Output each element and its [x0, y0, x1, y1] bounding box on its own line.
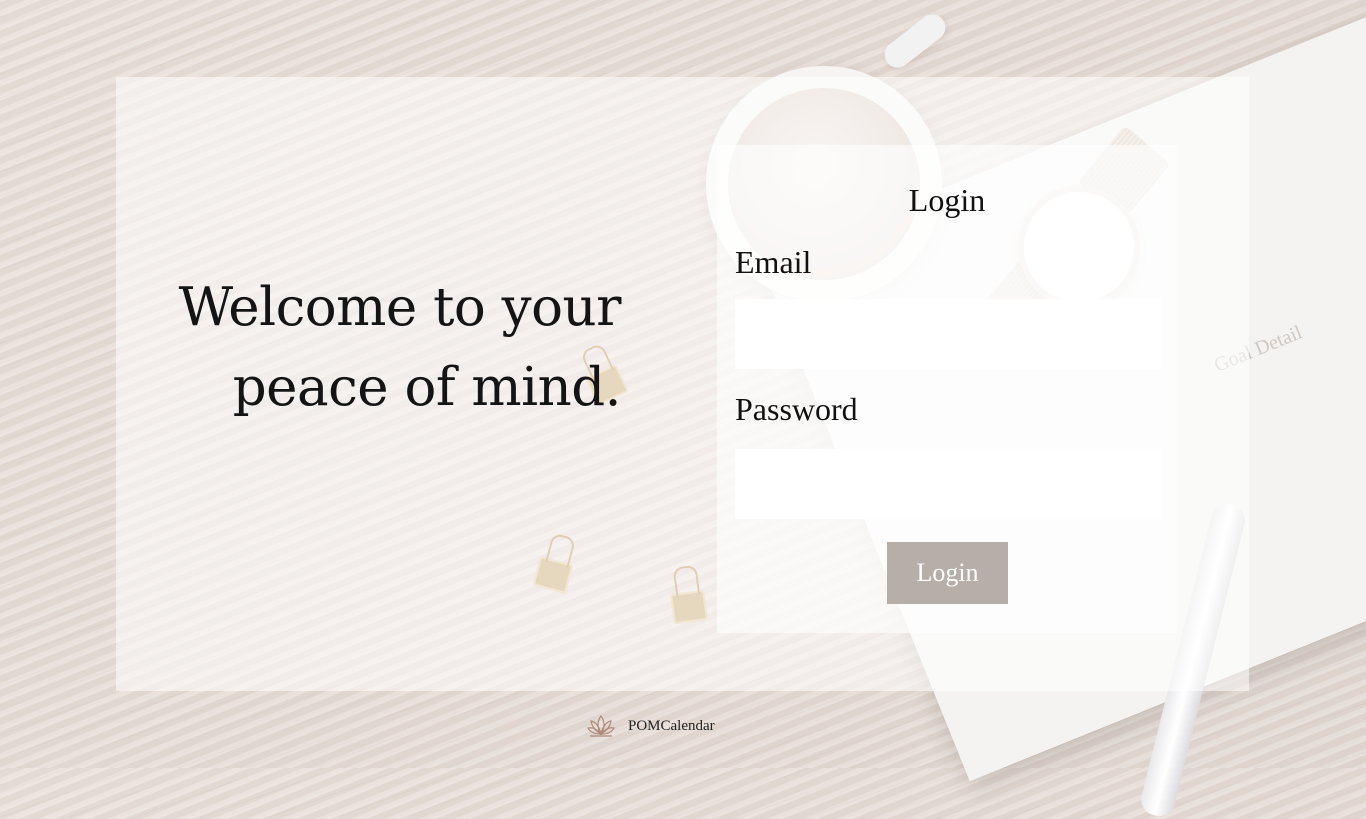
welcome-headline: Welcome to your peace of mind.	[178, 277, 622, 418]
login-title: Login	[908, 182, 986, 218]
login-button[interactable]: Login	[887, 542, 1008, 604]
footer-brand: POMCalendar	[587, 712, 715, 740]
lotus-icon	[587, 713, 615, 739]
background-cup-handle	[879, 9, 951, 73]
email-label: Email	[735, 244, 812, 280]
password-label: Password	[735, 391, 858, 427]
password-field[interactable]	[735, 449, 1161, 519]
email-field[interactable]	[735, 299, 1161, 369]
brand-name: POMCalendar	[628, 717, 715, 734]
